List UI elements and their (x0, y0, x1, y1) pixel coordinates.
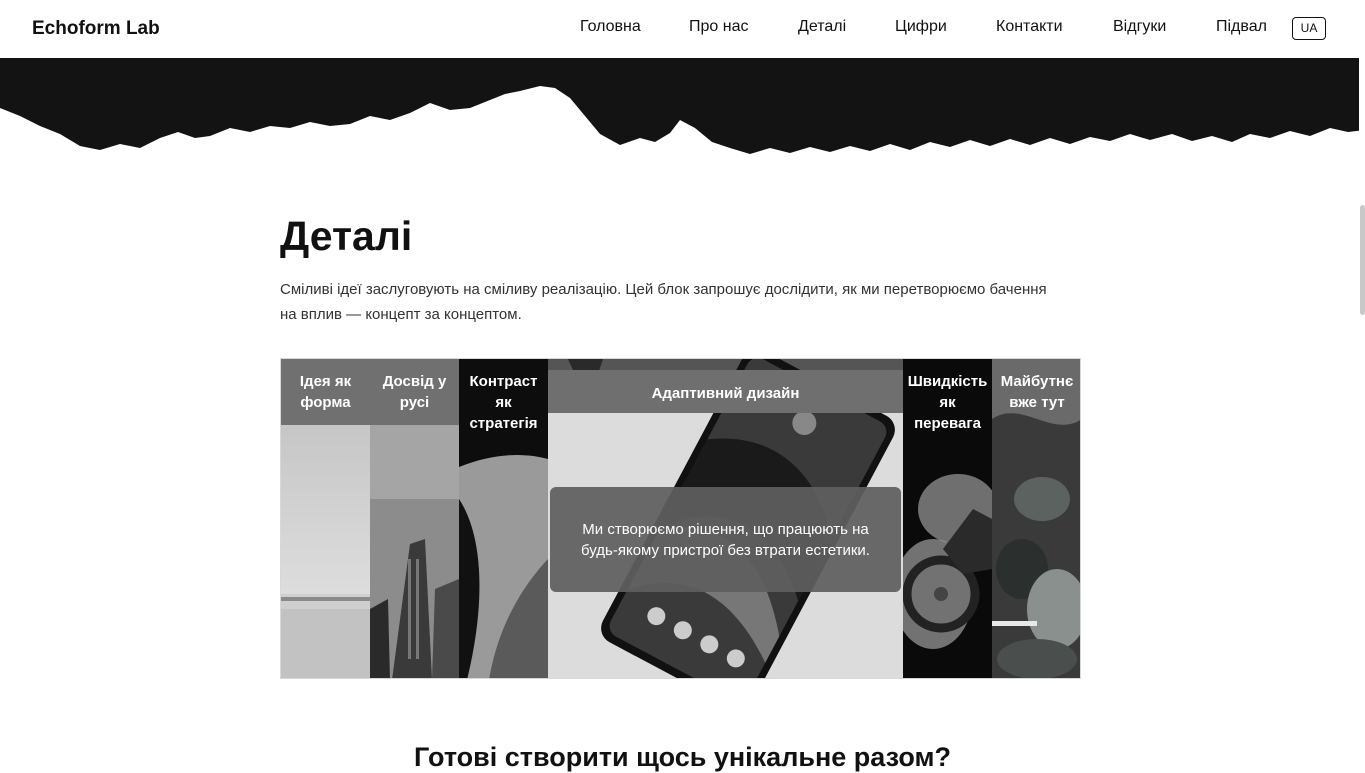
accordion-gallery: Ідея як форма Досвід у русі Контраст як … (280, 358, 1081, 679)
site-header: Echoform Lab Головна Про нас Деталі Цифр… (0, 0, 1365, 58)
nav-footer[interactable]: Підвал (1216, 18, 1267, 36)
site-logo[interactable]: Echoform Lab (32, 18, 160, 40)
panel-label: Адаптивний дизайн (548, 370, 903, 413)
panel-experience-in-motion[interactable]: Досвід у русі (370, 359, 459, 678)
panel-speed-as-advantage[interactable]: Швидкість як перевага (903, 359, 992, 678)
cta-title: Готові створити щось унікальне разом? (414, 742, 951, 772)
panel-future-is-here[interactable]: Майбутнє вже тут (992, 359, 1080, 678)
language-toggle-button[interactable]: UA (1292, 17, 1326, 40)
nav-contacts[interactable]: Контакти (996, 18, 1063, 36)
details-title: Деталі (280, 213, 413, 259)
nav-about[interactable]: Про нас (689, 18, 748, 36)
nav-reviews[interactable]: Відгуки (1113, 18, 1166, 36)
nav-home[interactable]: Головна (580, 18, 641, 36)
page-scrollbar[interactable] (1359, 0, 1365, 767)
panel-contrast-as-strategy[interactable]: Контраст як стратегія (459, 359, 548, 678)
panel-idea-as-form[interactable]: Ідея як форма (281, 359, 370, 678)
panel-label: Майбутнє вже тут (1000, 373, 1074, 411)
details-description: Сміливі ідеї заслуговують на сміливу реа… (280, 281, 1047, 323)
panel-label: Швидкість як перевага (907, 373, 988, 432)
scrollbar-thumb[interactable] (1360, 205, 1365, 315)
nav-details[interactable]: Деталі (798, 18, 846, 36)
panel-label: Контраст як стратегія (469, 373, 538, 432)
panel-label: Досвід у русі (370, 359, 459, 425)
nav-numbers[interactable]: Цифри (895, 18, 947, 36)
panel-label: Ідея як форма (281, 359, 370, 425)
panel-adaptive-design[interactable]: Адаптивний дизайн Ми створюємо рішення, … (548, 359, 903, 678)
torn-edge-divider (0, 58, 1365, 154)
panel-description: Ми створюємо рішення, що працюють на буд… (550, 487, 901, 592)
